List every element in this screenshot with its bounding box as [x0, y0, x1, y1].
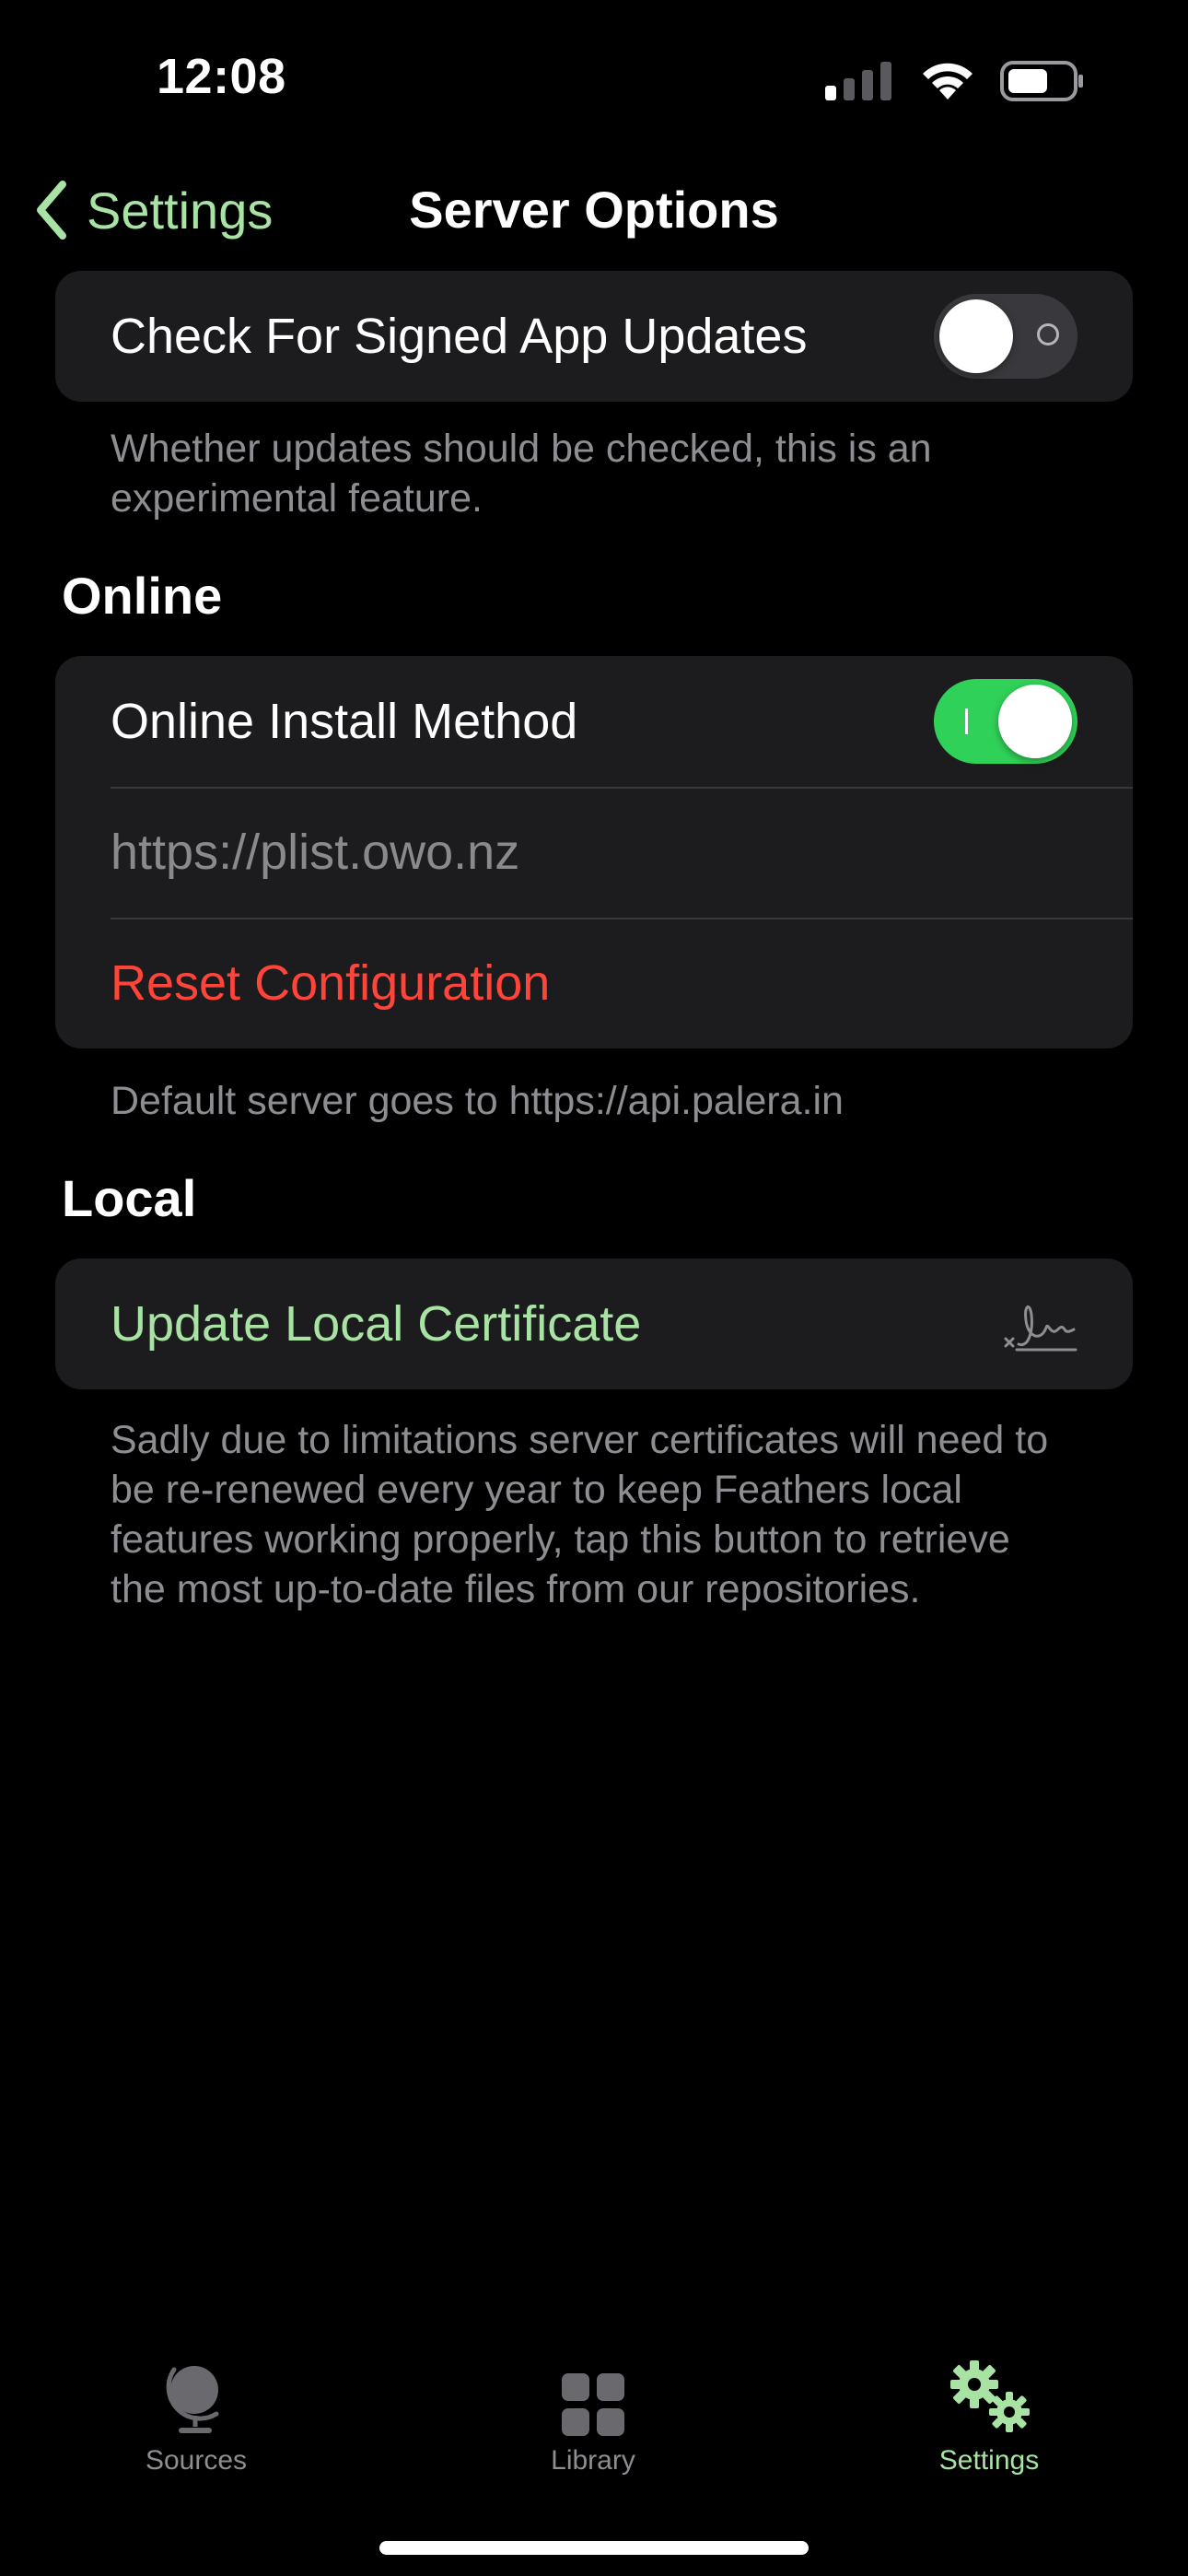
local-group: Update Local Certificate	[55, 1259, 1133, 1389]
check-updates-label: Check For Signed App Updates	[111, 309, 808, 364]
reset-configuration-row[interactable]: Reset Configuration	[55, 918, 1133, 1048]
updates-footer: Whether updates should be checked, this …	[111, 427, 932, 521]
switch-knob	[998, 685, 1072, 758]
updates-group: Check For Signed App Updates	[55, 271, 1133, 402]
tab-settings[interactable]: Settings	[851, 2359, 1127, 2476]
signature-icon	[1004, 1306, 1077, 1352]
status-bar: 12:08	[0, 0, 1188, 157]
tab-sources[interactable]: Sources	[58, 2359, 334, 2476]
local-section-header: Local	[62, 1169, 197, 1227]
globe-icon	[166, 2366, 219, 2433]
grid-icon	[562, 2373, 624, 2436]
online-install-label: Online Install Method	[111, 694, 578, 749]
battery-icon	[1000, 61, 1083, 101]
cellular-signal-icon	[825, 62, 891, 100]
tab-library[interactable]: Library	[455, 2359, 731, 2476]
reset-configuration-button[interactable]: Reset Configuration	[111, 954, 1077, 1012]
check-updates-toggle[interactable]	[934, 294, 1077, 379]
online-install-toggle[interactable]	[934, 679, 1077, 764]
online-install-row: Online Install Method	[55, 656, 1133, 787]
online-section-header: Online	[62, 567, 223, 625]
server-url-row[interactable]: https://plist.owo.nz	[55, 787, 1133, 918]
switch-off-glyph	[1037, 323, 1059, 345]
status-icons	[825, 59, 1085, 103]
tab-sources-label: Sources	[145, 2445, 248, 2476]
tab-library-label: Library	[551, 2445, 635, 2476]
status-time: 12:08	[157, 49, 286, 104]
local-footer: Sadly due to limitations server certific…	[111, 1418, 1049, 1611]
check-updates-row: Check For Signed App Updates	[55, 271, 1133, 402]
wifi-icon	[923, 63, 973, 100]
server-url-field[interactable]: https://plist.owo.nz	[111, 824, 1077, 881]
gears-icon	[950, 2360, 1030, 2432]
page-title: Server Options	[409, 181, 779, 239]
switch-on-glyph	[965, 708, 968, 734]
home-indicator	[379, 2541, 809, 2555]
update-certificate-button[interactable]: Update Local Certificate	[111, 1295, 1004, 1352]
online-footer: Default server goes to https://api.paler…	[111, 1079, 844, 1123]
tab-settings-label: Settings	[938, 2445, 1040, 2476]
switch-knob	[939, 299, 1013, 373]
online-group: Online Install Method https://plist.owo.…	[55, 656, 1133, 1048]
update-certificate-row[interactable]: Update Local Certificate	[55, 1259, 1133, 1389]
